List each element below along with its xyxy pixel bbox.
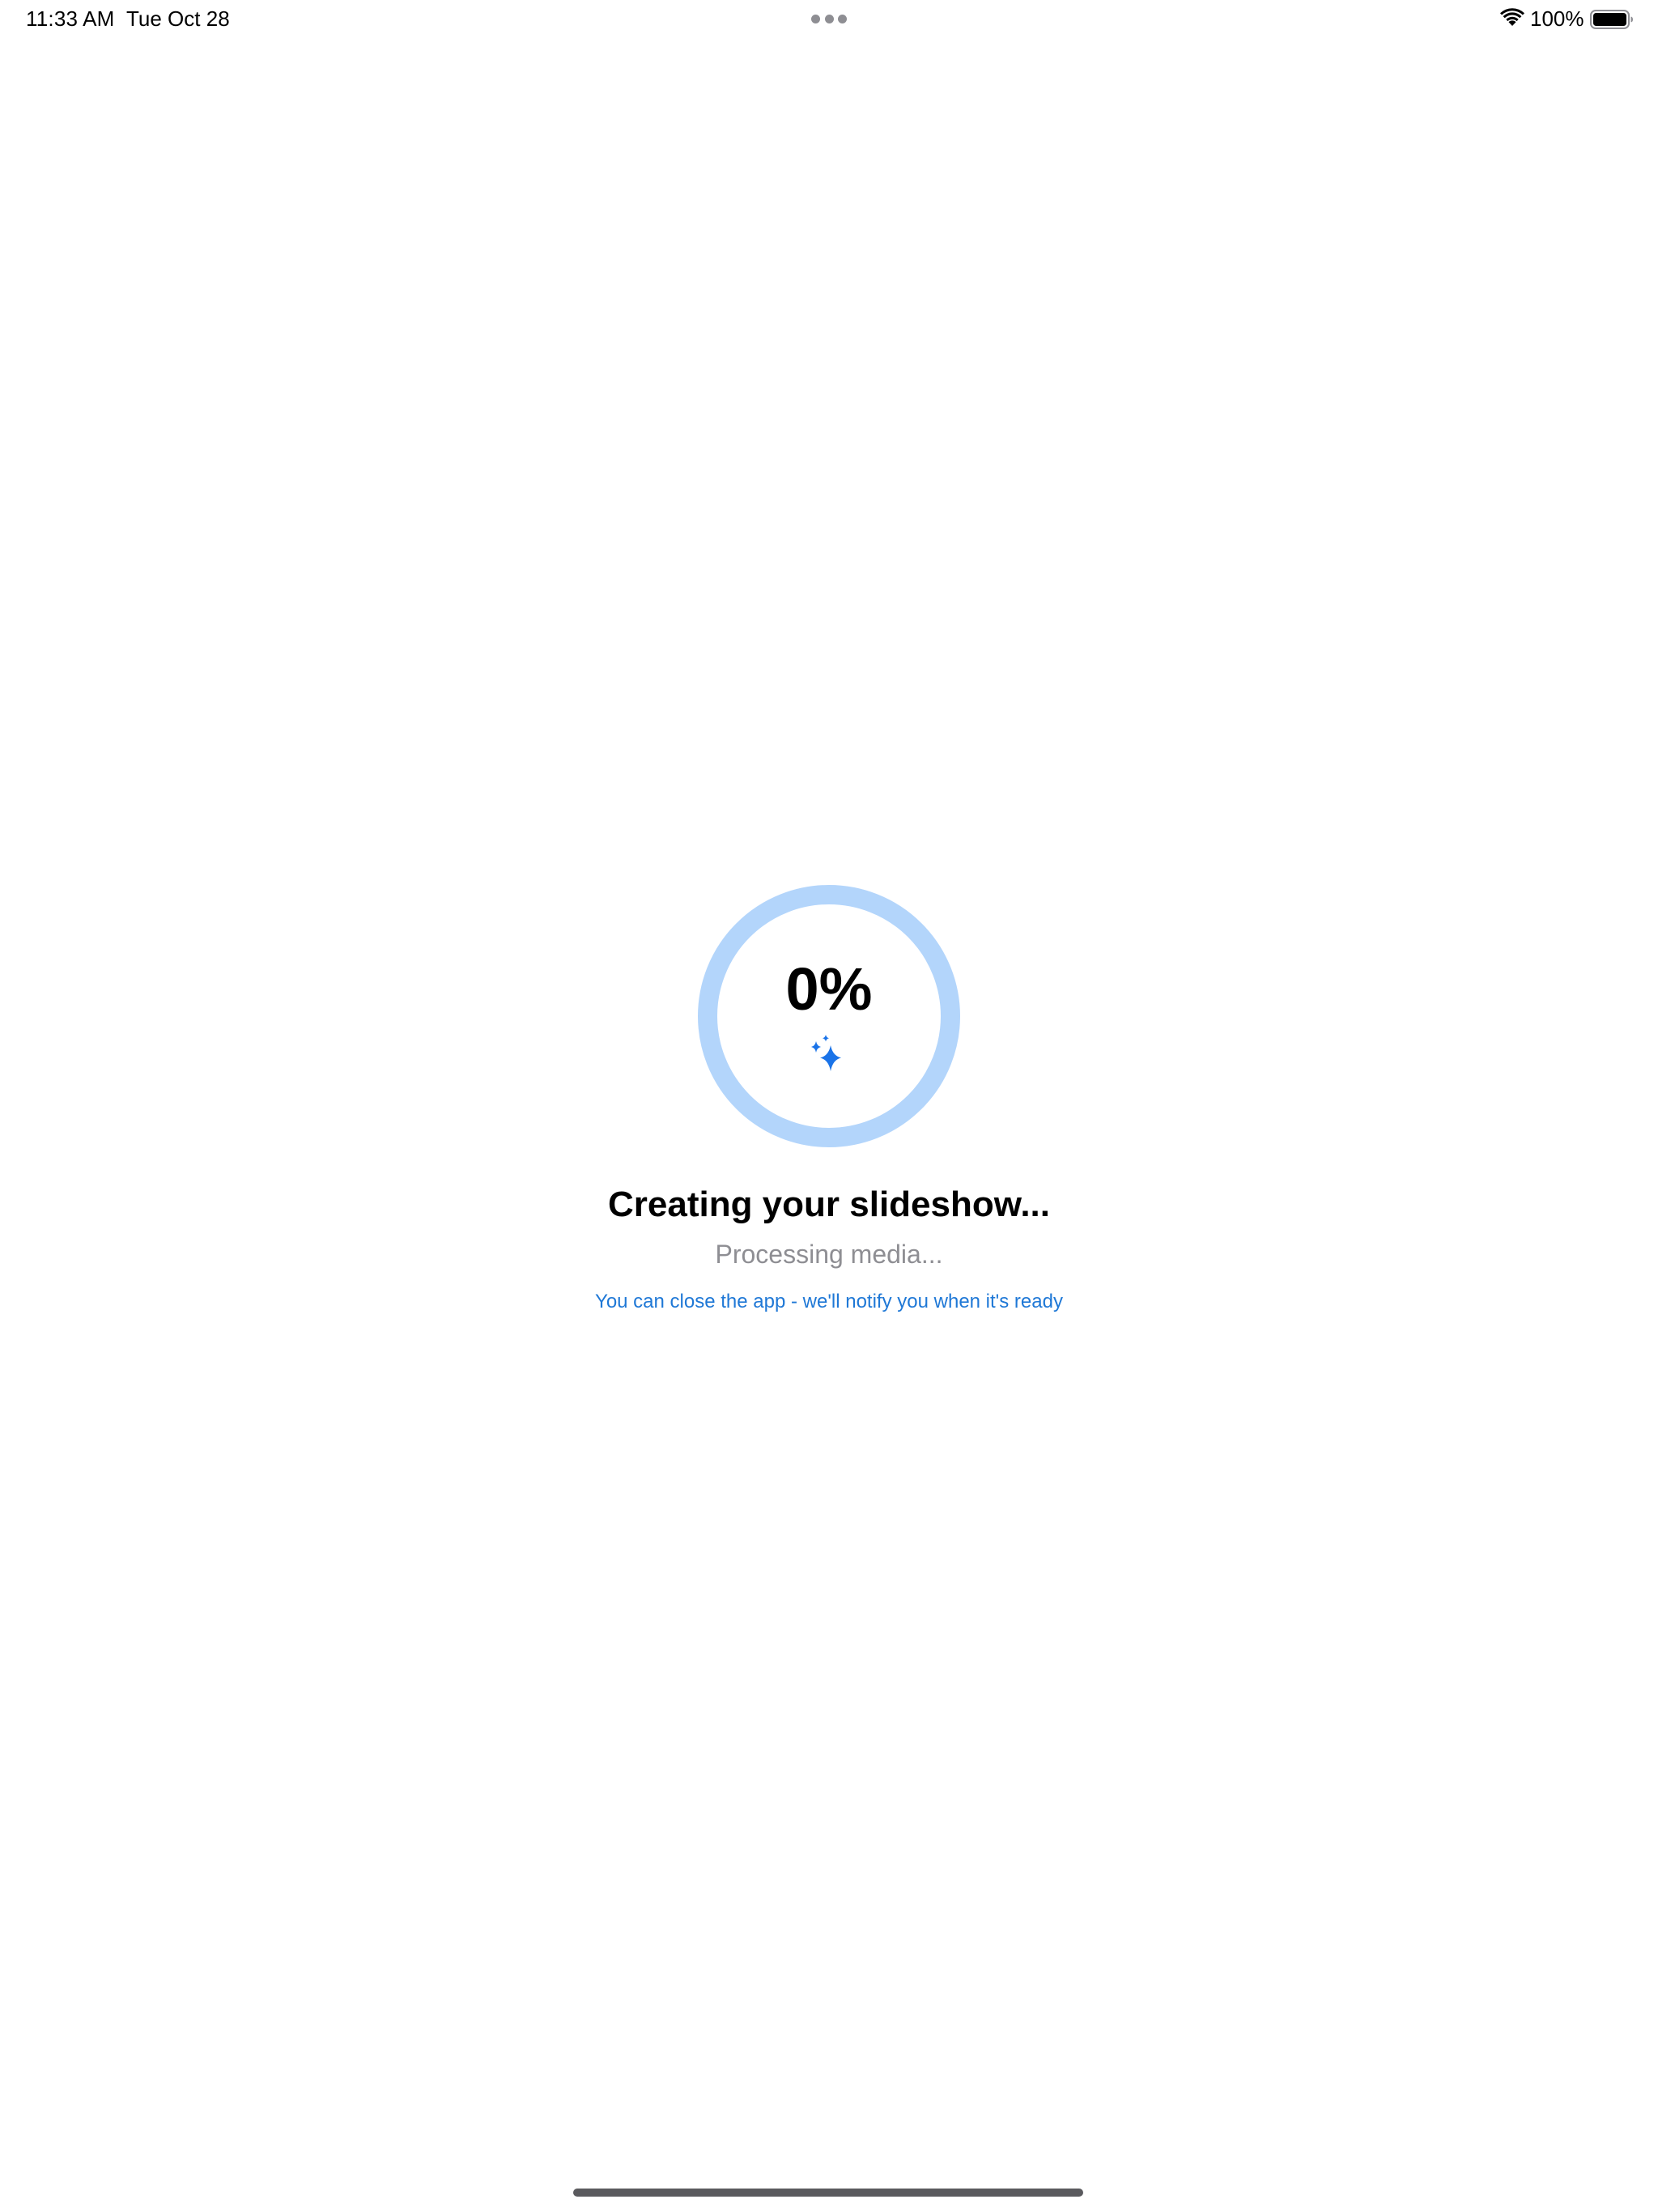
status-subtitle: Processing media... <box>715 1240 943 1269</box>
progress-percent: 0% <box>785 955 873 1023</box>
notify-hint: You can close the app - we'll notify you… <box>595 1291 1063 1312</box>
status-bar: 11:33 AM Tue Oct 28 100% <box>0 0 1658 39</box>
battery-icon <box>1590 10 1633 29</box>
page-title: Creating your slideshow... <box>607 1185 1051 1224</box>
app-screen: 11:33 AM Tue Oct 28 100% 0% Creating you… <box>0 0 1658 2212</box>
progress-ring: 0% <box>698 885 960 1147</box>
sparkle-icon <box>811 1035 841 1071</box>
home-indicator[interactable] <box>573 2189 1083 2197</box>
wifi-icon <box>1500 8 1524 26</box>
multitasking-dots-icon[interactable] <box>811 14 847 23</box>
status-date: Tue Oct 28 <box>126 6 230 31</box>
status-time: 11:33 AM <box>26 6 115 31</box>
battery-percent: 100% <box>1530 6 1584 31</box>
